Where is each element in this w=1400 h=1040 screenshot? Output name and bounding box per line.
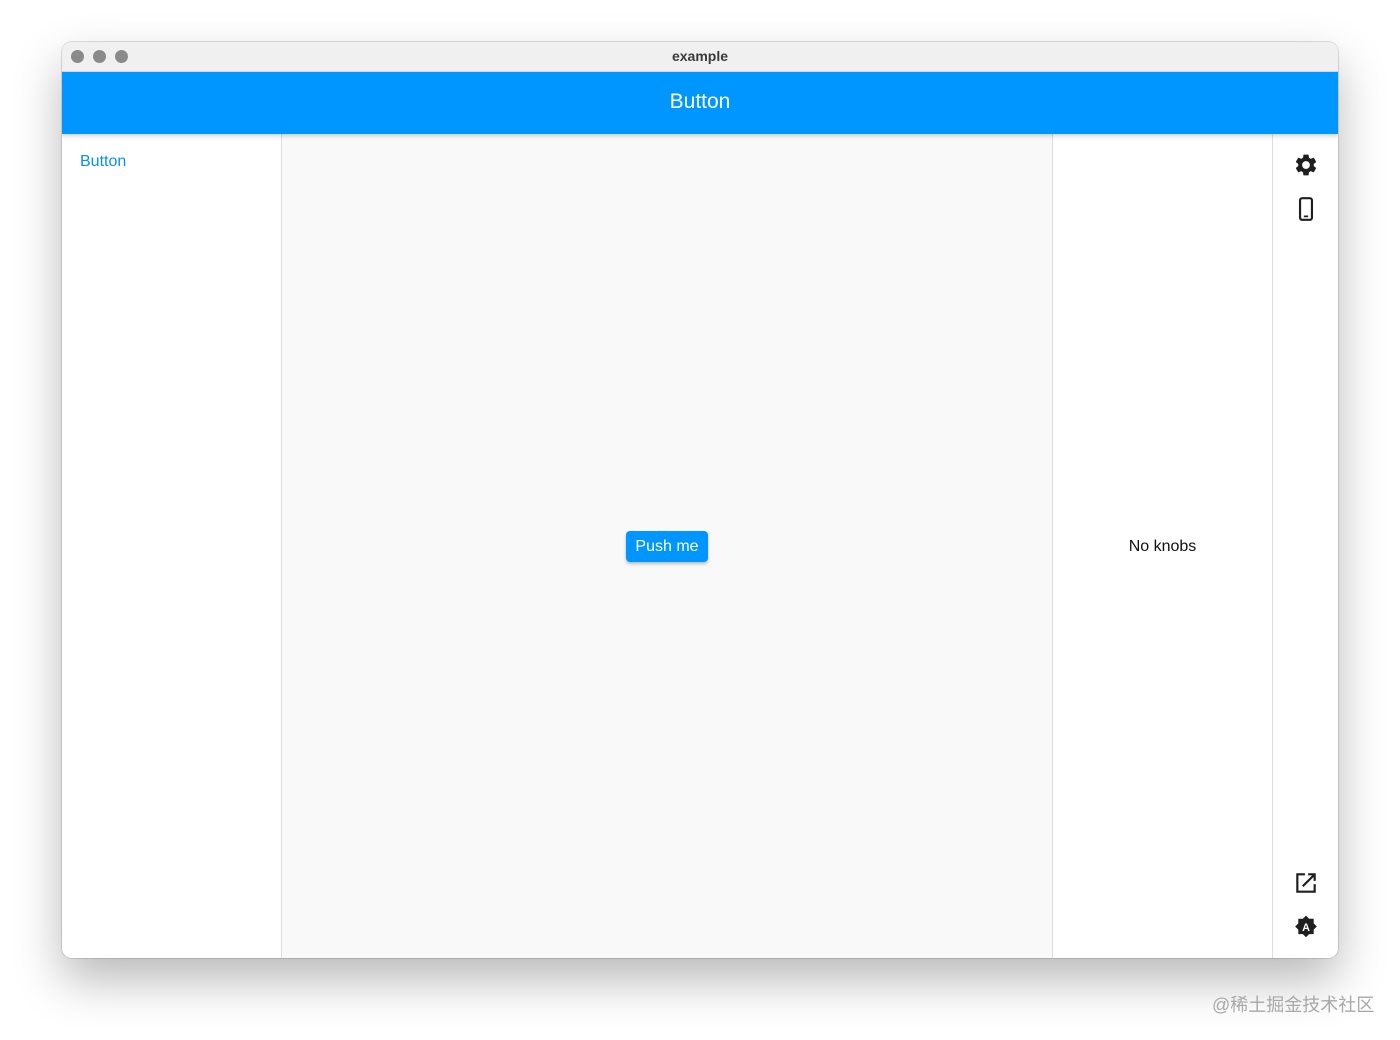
settings-icon[interactable] <box>1293 152 1319 178</box>
sidebar-item-button[interactable]: Button <box>80 153 126 171</box>
no-knobs-label: No knobs <box>1128 538 1197 555</box>
svg-text:A: A <box>1302 922 1310 934</box>
phone-device-icon[interactable] <box>1293 196 1319 222</box>
app-window: example Button Button Push me No knobs A <box>62 42 1338 958</box>
preview-canvas: Push me <box>282 134 1053 958</box>
app-bar-title: Button <box>669 90 731 113</box>
window-titlebar: example <box>62 42 1338 72</box>
push-me-button[interactable]: Push me <box>626 531 708 562</box>
window-title: example <box>671 48 729 64</box>
watermark: @稀土掘金技术社区 <box>1212 995 1375 1015</box>
main-content: Button Push me No knobs A <box>62 134 1338 958</box>
knobs-panel: No knobs <box>1053 134 1273 958</box>
sidebar: Button <box>62 134 282 958</box>
tool-rail: A <box>1273 134 1338 958</box>
app-bar: Button <box>62 72 1338 134</box>
auto-theme-icon[interactable]: A <box>1293 914 1319 940</box>
open-in-new-icon[interactable] <box>1293 870 1319 896</box>
